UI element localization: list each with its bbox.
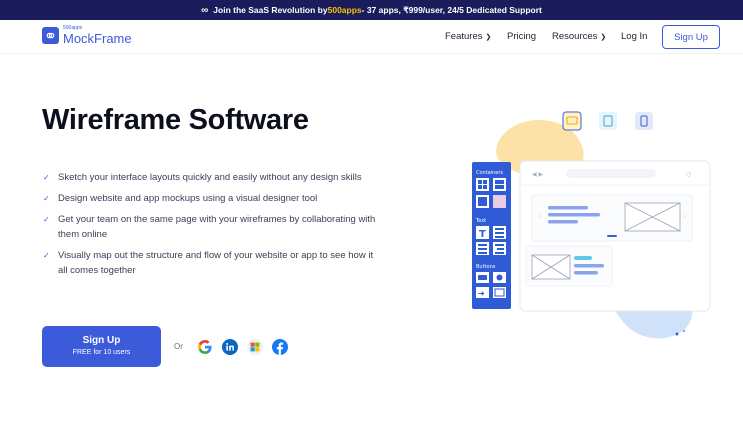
facebook-icon[interactable] [272, 339, 288, 355]
nav-item-resources[interactable]: Resources ❯ [552, 31, 606, 42]
svg-text:◀ ▶: ◀ ▶ [532, 171, 544, 178]
feature-item: ✓ Sketch your interface layouts quickly a… [43, 170, 383, 185]
feature-item: ✓ Visually map out the structure and flow… [43, 248, 383, 278]
feature-text: Sketch your interface layouts quickly an… [58, 172, 362, 183]
logo-mark-icon [42, 27, 59, 44]
signup-button[interactable]: Sign Up [662, 25, 720, 49]
nav-item-label: Log In [621, 31, 648, 42]
nav-item-login[interactable]: Log In [621, 31, 647, 42]
image-tool-icon[interactable] [493, 195, 506, 208]
feature-text: Visually map out the structure and flow … [58, 250, 374, 276]
grid-tool-icon[interactable] [476, 178, 489, 191]
or-label: Or [174, 342, 183, 351]
nav-item-features[interactable]: Features ❯ [445, 31, 491, 42]
desktop-view-icon[interactable] [562, 111, 582, 131]
svg-text:➜: ➜ [478, 289, 485, 298]
nav-item-label: Features [445, 31, 483, 42]
panel-label-containers: Containers [476, 170, 503, 176]
banner-suffix: - 37 apps, ₹999/user, 24/5 Dedicated Sup… [361, 4, 542, 15]
tablet-view-icon[interactable] [599, 112, 617, 130]
nav-item-pricing[interactable]: Pricing [507, 31, 536, 42]
announcement-banner[interactable]: ∞ Join the SaaS Revolution by 500apps - … [0, 0, 743, 20]
wireframe-illustration: ◀ ▶ ○ ‹ › Containers Text T Buttons ➜ [472, 111, 711, 339]
feature-item: ✓ Design website and app mockups using a … [43, 191, 383, 206]
svg-text:T: T [479, 229, 486, 240]
svg-text:‹: ‹ [538, 213, 540, 220]
hero-signup-label: Sign Up [82, 335, 121, 346]
check-icon: ✓ [43, 251, 50, 260]
top-navbar: 500apps MockFrame Features ❯ Pricing Reso… [0, 20, 743, 54]
canvas-window: ◀ ▶ ○ ‹ › [519, 160, 711, 312]
linkedin-icon[interactable] [222, 339, 238, 355]
panel-label-text: Text [475, 218, 486, 224]
logo[interactable]: 500apps MockFrame [42, 26, 132, 45]
check-icon: ✓ [43, 173, 50, 182]
feature-list: ✓ Sketch your interface layouts quickly a… [43, 170, 383, 284]
banner-prefix: Join the SaaS Revolution by [213, 5, 328, 15]
layout-tool-icon[interactable] [493, 178, 506, 191]
feature-text: Get your team on the same page with your… [58, 214, 376, 240]
microsoft-icon[interactable] [247, 339, 263, 355]
banner-highlight: 500apps [327, 5, 362, 15]
chevron-down-icon: ❯ [600, 34, 607, 41]
component-panel: Containers Text T Buttons ➜ [472, 162, 511, 309]
svg-text:›: › [684, 213, 686, 220]
hero-signup-sublabel: FREE for 10 users [72, 349, 131, 356]
google-icon[interactable] [197, 339, 213, 355]
feature-text: Design website and app mockups using a v… [58, 193, 318, 204]
mobile-view-icon[interactable] [635, 112, 653, 130]
chevron-down-icon: ❯ [485, 34, 492, 41]
infinity-icon: ∞ [201, 4, 209, 16]
svg-text:○: ○ [686, 171, 691, 178]
nav-item-label: Pricing [507, 31, 537, 42]
check-icon: ✓ [43, 194, 50, 203]
panel-label-buttons: Buttons [476, 264, 496, 270]
hero-signup-button[interactable]: Sign Up FREE for 10 users [42, 326, 161, 367]
nav-item-label: Resources [552, 31, 598, 42]
logo-name: MockFrame [63, 31, 132, 46]
page-title: Wireframe Software [42, 104, 309, 136]
feature-item: ✓ Get your team on the same page with you… [43, 212, 383, 242]
check-icon: ✓ [43, 215, 50, 224]
